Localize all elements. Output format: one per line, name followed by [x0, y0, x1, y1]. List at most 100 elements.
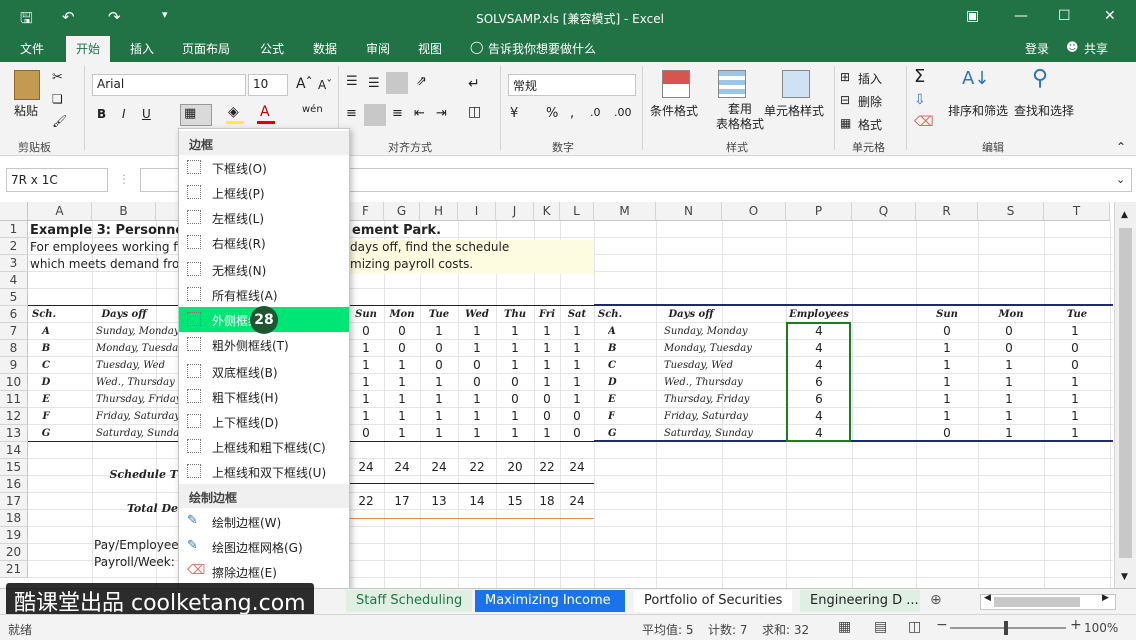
column-header-r[interactable]: R — [916, 202, 978, 221]
delete-cells-button[interactable]: 删除 — [858, 93, 882, 110]
employees-value[interactable]: 4 — [786, 323, 852, 340]
wrap-text-icon[interactable]: ↵ — [468, 76, 480, 92]
column-header-f[interactable]: F — [348, 202, 384, 221]
maximize-icon[interactable]: ☐ — [1058, 8, 1071, 24]
tab-data[interactable]: 数据 — [313, 40, 337, 57]
paste-button[interactable]: 粘贴 — [14, 102, 38, 119]
redo-icon[interactable]: ↷ — [108, 8, 121, 26]
row-header-19[interactable]: 19 — [0, 527, 28, 544]
tab-file[interactable]: 文件 — [20, 40, 44, 57]
column-header-n[interactable]: N — [656, 202, 722, 221]
row-header-9[interactable]: 9 — [0, 357, 28, 374]
name-box[interactable]: 7R x 1C — [6, 168, 108, 192]
employees-value[interactable]: 6 — [786, 391, 852, 408]
employees-value[interactable]: 4 — [786, 425, 852, 442]
menu-item-thick-outside-border[interactable]: 粗外侧框线(T) — [179, 332, 349, 357]
column-header-m[interactable]: M — [594, 202, 656, 221]
zoom-in-icon[interactable]: + — [1070, 617, 1082, 633]
menu-item-top-double-bottom-border[interactable]: 上框线和双下框线(U) — [179, 459, 349, 484]
tab-page-layout[interactable]: 页面布局 — [182, 40, 230, 57]
menu-item-top-border[interactable]: 上框线(P) — [179, 180, 349, 205]
column-header-k[interactable]: K — [534, 202, 560, 221]
phonetic-icon[interactable]: wén — [302, 104, 323, 115]
row-header-21[interactable]: 21 — [0, 561, 28, 578]
row-header-7[interactable]: 7 — [0, 323, 28, 340]
h-scroll-thumb[interactable] — [994, 597, 1080, 607]
tab-review[interactable]: 审阅 — [366, 40, 390, 57]
row-header-18[interactable]: 18 — [0, 510, 28, 527]
column-header-j[interactable]: J — [496, 202, 534, 221]
menu-item-thick-bottom-border[interactable]: 粗下框线(H) — [179, 384, 349, 409]
column-header-t[interactable]: T — [1044, 202, 1110, 221]
normal-view-icon[interactable]: ▦ — [838, 619, 851, 635]
copy-icon[interactable]: ❏ — [52, 92, 63, 106]
column-header-i[interactable]: I — [458, 202, 496, 221]
align-middle-icon[interactable]: ☰ — [368, 76, 380, 91]
align-left-icon[interactable]: ≡ — [346, 106, 357, 121]
align-bottom-button[interactable] — [386, 72, 408, 94]
italic-button[interactable]: I — [122, 107, 126, 121]
scroll-right-icon[interactable]: ▶ — [1102, 593, 1109, 603]
zoom-level[interactable]: 100% — [1084, 621, 1118, 635]
row-header-16[interactable]: 16 — [0, 476, 28, 493]
column-header-b[interactable]: B — [92, 202, 156, 221]
employees-value[interactable]: 4 — [786, 408, 852, 425]
menu-item-all-border[interactable]: 所有框线(A) — [179, 282, 349, 307]
minimize-icon[interactable]: — — [1014, 8, 1028, 24]
row-header-6[interactable]: 6 — [0, 306, 28, 323]
scroll-left-icon[interactable]: ◀ — [984, 593, 991, 603]
draw-border-grid-menu-item[interactable]: ✎ 绘图边框网格(G) — [179, 534, 349, 559]
vertical-scrollbar[interactable]: ▲ ▼ — [1114, 202, 1136, 588]
clear-icon[interactable]: ⌫ — [914, 114, 934, 130]
zoom-slider-handle[interactable] — [1004, 621, 1008, 635]
row-header-12[interactable]: 12 — [0, 408, 28, 425]
menu-item-left-border[interactable]: 左框线(L) — [179, 205, 349, 230]
column-header-o[interactable]: O — [722, 202, 786, 221]
format-cells-button[interactable]: 格式 — [858, 116, 882, 133]
underline-button[interactable]: U — [142, 107, 151, 121]
menu-item-top-bottom-border[interactable]: 上下框线(D) — [179, 409, 349, 434]
grow-font-icon[interactable]: Aˆ — [296, 76, 313, 92]
tab-view[interactable]: 视图 — [418, 40, 442, 57]
page-layout-view-icon[interactable]: ▤ — [874, 619, 887, 635]
undo-icon[interactable]: ↶ — [62, 8, 75, 26]
font-name-select[interactable]: Arial — [92, 74, 246, 96]
column-header-p[interactable]: P — [786, 202, 852, 221]
orientation-icon[interactable]: ⇗ — [416, 74, 427, 89]
align-center-button[interactable] — [364, 104, 386, 126]
share-button[interactable]: 共享 — [1084, 40, 1108, 57]
row-header-14[interactable]: 14 — [0, 442, 28, 459]
menu-item-right-border[interactable]: 右框线(R) — [179, 230, 349, 255]
sheet-tab-engineering[interactable]: Engineering D ... — [800, 590, 920, 612]
sort-filter-button[interactable]: 排序和筛选 — [948, 102, 1008, 119]
login-link[interactable]: 登录 — [1025, 40, 1049, 57]
worksheet-grid[interactable]: ABCDEFGHIJKLMNOPQRST 1234567891011121314… — [0, 202, 1113, 595]
row-header-20[interactable]: 20 — [0, 544, 28, 561]
menu-item-double-bottom-border[interactable]: 双底框线(B) — [179, 359, 349, 384]
erase-border-menu-item[interactable]: ⌫ 擦除边框(E) — [179, 559, 349, 584]
font-color-icon[interactable]: A — [260, 104, 270, 120]
scroll-up-icon[interactable]: ▲ — [1121, 210, 1128, 220]
ribbon-display-icon[interactable]: ▣ — [966, 8, 979, 24]
zoom-out-icon[interactable]: − — [936, 617, 948, 633]
menu-item-no-border[interactable]: 无框线(N) — [179, 257, 349, 282]
zoom-slider[interactable] — [950, 627, 1066, 629]
collapse-ribbon-icon[interactable]: ⌃ — [1116, 140, 1126, 154]
scroll-thumb[interactable] — [1119, 228, 1132, 558]
scroll-down-icon[interactable]: ▼ — [1121, 572, 1128, 582]
number-format-select[interactable]: 常规 — [508, 74, 636, 96]
increase-decimal-icon[interactable]: .0 — [590, 106, 601, 119]
row-header-15[interactable]: 15 — [0, 459, 28, 476]
row-header-1[interactable]: 1 — [0, 221, 28, 238]
decrease-decimal-icon[interactable]: .00 — [614, 106, 632, 119]
menu-item-top-thick-bottom-border[interactable]: 上框线和粗下框线(C) — [179, 434, 349, 459]
column-header-l[interactable]: L — [560, 202, 594, 221]
row-header-3[interactable]: 3 — [0, 255, 28, 272]
row-header-17[interactable]: 17 — [0, 493, 28, 510]
tab-formulas[interactable]: 公式 — [260, 40, 284, 57]
column-header-h[interactable]: H — [420, 202, 458, 221]
format-as-table-button[interactable]: 套用 表格格式 — [716, 102, 764, 132]
column-header-g[interactable]: G — [384, 202, 420, 221]
align-top-icon[interactable]: ☰ — [346, 74, 358, 89]
paste-icon[interactable] — [14, 70, 40, 100]
